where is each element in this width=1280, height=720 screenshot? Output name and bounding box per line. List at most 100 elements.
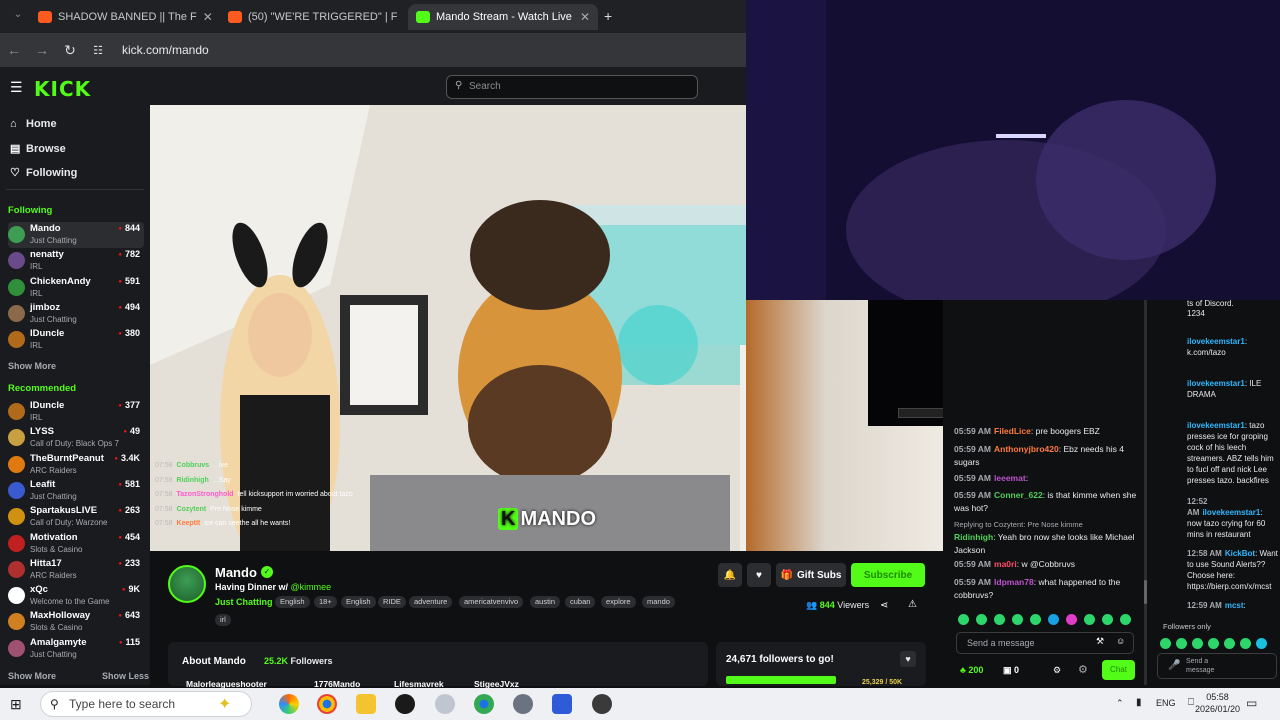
show-more-following[interactable]: Show More bbox=[8, 361, 56, 371]
menu-icon[interactable]: ☰ bbox=[10, 79, 23, 96]
emote-icon[interactable] bbox=[1066, 614, 1077, 625]
emote-icon[interactable] bbox=[1084, 614, 1095, 625]
chat-username[interactable]: mcst bbox=[1225, 601, 1244, 610]
tab-triggered[interactable]: (50) "WE'RE TRIGGERED" | F ✕ bbox=[220, 4, 402, 30]
share-icon[interactable]: ⋖ bbox=[880, 600, 888, 611]
stream-category[interactable]: Just Chatting bbox=[215, 597, 273, 607]
reload-icon[interactable]: ↻ bbox=[56, 42, 84, 59]
stats-counter[interactable]: ▣ 0 bbox=[1003, 665, 1019, 676]
emote-icon[interactable] bbox=[1192, 638, 1203, 649]
tag-americatvenvivo[interactable]: americatvenvivo bbox=[459, 596, 524, 608]
emote-icon[interactable] bbox=[1256, 638, 1267, 649]
emote-icon[interactable] bbox=[1240, 638, 1251, 649]
emote-icon[interactable] bbox=[1120, 614, 1131, 625]
users-icon[interactable]: ⚙ bbox=[1078, 663, 1088, 676]
tag-irl[interactable]: irl bbox=[215, 614, 231, 626]
new-tab-button[interactable]: + bbox=[604, 8, 612, 24]
search-input[interactable]: Search bbox=[446, 75, 698, 99]
title-mention[interactable]: @kimmee bbox=[291, 582, 332, 592]
gift-subs-button[interactable]: 🎁 Gift Subs bbox=[776, 563, 846, 587]
chat-input[interactable]: Send a message bbox=[956, 632, 1134, 654]
chrome-icon[interactable] bbox=[317, 694, 337, 714]
chat-scrollbar[interactable] bbox=[1144, 580, 1147, 604]
chat-username[interactable]: leeemat bbox=[994, 473, 1026, 483]
sidebar-channel-chickenandy[interactable]: ChickenAndyIRL 591 bbox=[8, 275, 144, 301]
emote-icon[interactable] bbox=[1224, 638, 1235, 649]
network-icon[interactable]: ⎕ bbox=[1188, 697, 1194, 708]
app-icon[interactable] bbox=[435, 694, 455, 714]
obs-icon[interactable] bbox=[592, 694, 612, 714]
tab-list-button[interactable]: ⌄ bbox=[4, 9, 32, 20]
chat-username[interactable]: ilovekeemstar1 bbox=[1202, 508, 1260, 517]
chat-username[interactable]: Idpman78 bbox=[994, 577, 1034, 587]
chat-send-button[interactable]: Chat bbox=[1102, 660, 1135, 680]
nav-following[interactable]: ♡ Following bbox=[10, 166, 77, 180]
emote-icon[interactable] bbox=[994, 614, 1005, 625]
sidebar-channel-iduncle[interactable]: IDuncleIRL 380 bbox=[8, 327, 144, 353]
site-info-icon[interactable]: ☷ bbox=[84, 44, 112, 57]
emote-icon[interactable] bbox=[1048, 614, 1059, 625]
follow-button[interactable]: ♥ bbox=[747, 563, 771, 587]
video-player[interactable] bbox=[150, 105, 746, 551]
steam-icon[interactable] bbox=[395, 694, 415, 714]
sidebar-channel-iduncle[interactable]: IDuncle IRL 377 bbox=[8, 399, 144, 425]
tray-chevron-icon[interactable]: ⌃ bbox=[1116, 698, 1124, 709]
show-less-recommended[interactable]: Show Less bbox=[102, 671, 149, 681]
tag-adventure[interactable]: adventure bbox=[409, 596, 453, 608]
url-field[interactable]: kick.com/mando bbox=[122, 43, 209, 57]
sidebar-channel-jimboz[interactable]: jimbozJust Chatting 494 bbox=[8, 301, 144, 327]
tag-mando[interactable]: mando bbox=[642, 596, 675, 608]
tab-mando-stream[interactable]: Mando Stream - Watch Live ✕ bbox=[408, 4, 598, 30]
sidebar-channel-xqc[interactable]: xQcWelcome to the Game 9K bbox=[8, 583, 144, 609]
sidebar-channel-amalgamyte[interactable]: AmalgamyteJust Chatting 115 bbox=[8, 636, 144, 662]
tag-ride[interactable]: RIDE bbox=[378, 596, 406, 608]
emote-icon[interactable] bbox=[1176, 638, 1187, 649]
settings-icon[interactable]: ⚙ bbox=[1053, 665, 1061, 676]
close-icon[interactable]: ✕ bbox=[574, 10, 590, 24]
back-icon[interactable]: ← bbox=[0, 42, 28, 58]
settings-app-icon[interactable] bbox=[513, 694, 533, 714]
subscribe-button[interactable]: Subscribe bbox=[851, 563, 925, 587]
sidebar-channel-nenatty[interactable]: nenattyIRL 782 bbox=[8, 248, 144, 274]
file-explorer-icon[interactable] bbox=[356, 694, 376, 714]
chat-username[interactable]: Ridinhigh bbox=[954, 532, 993, 542]
search-highlight-icon[interactable]: ✦ bbox=[218, 694, 231, 714]
sidebar-channel-motivation[interactable]: MotivationSlots & Casino 454 bbox=[8, 531, 144, 557]
emote-icon[interactable] bbox=[1030, 614, 1041, 625]
emote-icon[interactable] bbox=[976, 614, 987, 625]
sidebar-channel-lyss[interactable]: LYSSCall of Duty: Black Ops 7 49 bbox=[8, 425, 144, 451]
sidebar-channel-leafit[interactable]: LeafitJust Chatting 581 bbox=[8, 478, 144, 504]
emote-icon[interactable] bbox=[1208, 638, 1219, 649]
overlay-video-window[interactable] bbox=[746, 0, 1280, 320]
sidebar-channel-mando[interactable]: Mando Just Chatting 844 bbox=[8, 222, 144, 248]
windows-start-icon[interactable]: ⊞ bbox=[10, 696, 22, 713]
sidebar-channel-theburntpeanut[interactable]: TheBurntPeanutARC Raiders 3.4K bbox=[8, 452, 144, 478]
chat-username[interactable]: Conner_622 bbox=[994, 490, 1043, 500]
language-indicator[interactable]: ENG bbox=[1156, 698, 1176, 708]
forward-icon[interactable]: → bbox=[28, 42, 56, 58]
chat-username[interactable]: ilovekeemstar1 bbox=[1187, 421, 1245, 430]
chat-username[interactable]: ma0ri bbox=[994, 559, 1017, 569]
emote-icon[interactable] bbox=[1160, 638, 1171, 649]
right-chat-input[interactable]: 🎤 Send a message bbox=[1157, 653, 1277, 679]
emote-icon[interactable] bbox=[1012, 614, 1023, 625]
tag-18[interactable]: 18+ bbox=[314, 596, 337, 608]
clock[interactable]: 05:58 2026/01/20 bbox=[1195, 691, 1240, 715]
obs-window-icon[interactable] bbox=[552, 694, 572, 714]
chat-username[interactable]: ilovekeemstar1 bbox=[1187, 337, 1245, 346]
kick-logo[interactable]: KICK bbox=[34, 77, 91, 101]
nav-home[interactable]: ⌂ Home bbox=[10, 118, 57, 130]
notifications-icon[interactable]: ▭ bbox=[1246, 696, 1257, 710]
chat-username[interactable]: FiledLice bbox=[994, 426, 1031, 436]
channel-points[interactable]: ♣ 200 bbox=[960, 665, 983, 675]
battery-icon[interactable]: ▮ bbox=[1136, 697, 1142, 708]
sidebar-channel-hitta17[interactable]: Hitta17ARC Raiders 233 bbox=[8, 557, 144, 583]
sidebar-channel-maxholloway[interactable]: MaxHollowaySlots & Casino 643 bbox=[8, 609, 144, 635]
copilot-icon[interactable] bbox=[279, 694, 299, 714]
emote-icon[interactable] bbox=[958, 614, 969, 625]
close-icon[interactable]: ✕ bbox=[397, 10, 402, 24]
tag-cuban[interactable]: cuban bbox=[565, 596, 596, 608]
chrome-profile-icon[interactable] bbox=[474, 694, 494, 714]
report-icon[interactable]: ⚠ bbox=[908, 599, 917, 610]
channel-name[interactable]: Mando bbox=[215, 565, 257, 580]
